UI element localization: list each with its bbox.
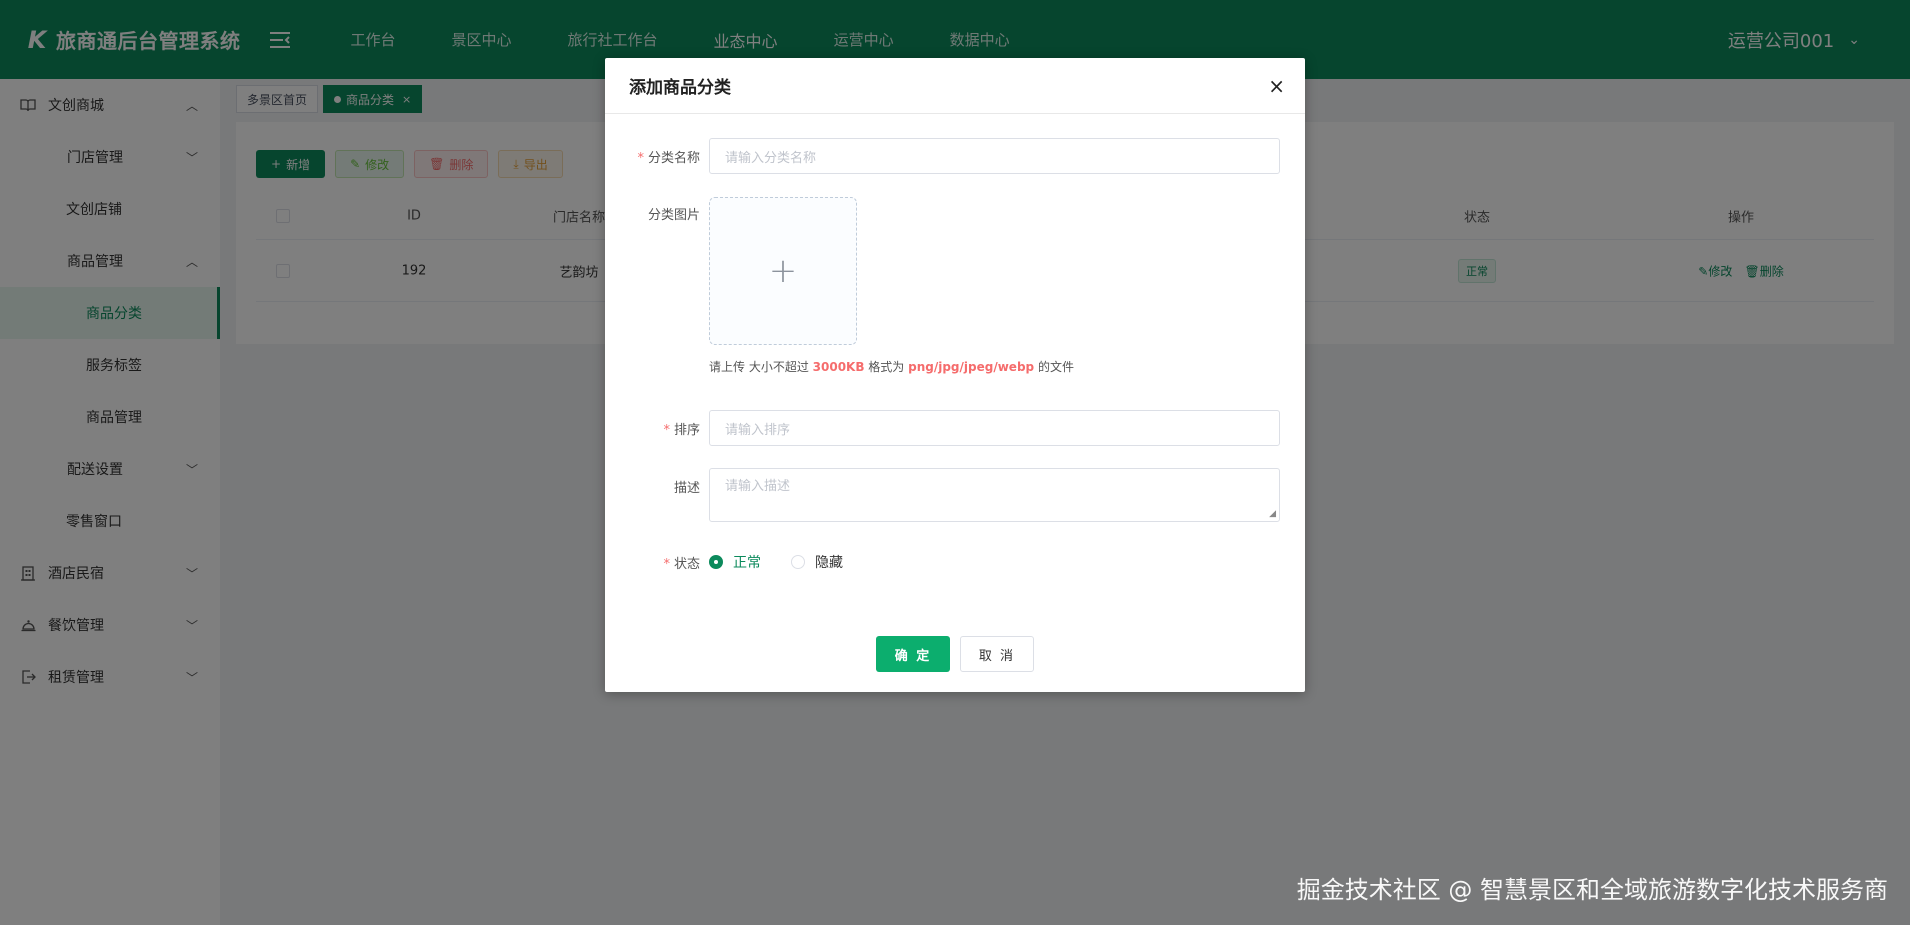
image-label: 分类图片 (647, 208, 700, 223)
description-textarea[interactable]: 请输入描述 ◢ (709, 468, 1280, 522)
form-row-sort: * 排序 请输入排序 (605, 410, 1305, 446)
image-upload[interactable]: + (709, 197, 857, 345)
cancel-button[interactable]: 取 消 (960, 636, 1034, 672)
sort-label-text: 排序 (673, 423, 700, 438)
tip-mid: 格式为 (864, 360, 909, 374)
status-radio-hidden[interactable]: 隐藏 (791, 552, 843, 572)
category-name-input[interactable]: 请输入分类名称 (709, 138, 1280, 174)
status-radio-hidden-label: 隐藏 (815, 555, 843, 571)
tip-prefix: 请上传 大小不超过 (709, 360, 813, 374)
upload-tip: 请上传 大小不超过 3000KB 格式为 png/jpg/jpeg/webp 的… (709, 358, 1074, 375)
form-row-status: * 状态 正常 隐藏 (605, 549, 1305, 579)
sort-input[interactable]: 请输入排序 (709, 410, 1280, 446)
description-label: 描述 (673, 481, 700, 496)
name-label: * 分类名称 (637, 151, 700, 166)
radio-unchecked-icon (791, 555, 805, 569)
tip-size: 3000KB (812, 360, 865, 374)
status-label: * 状态 (663, 557, 700, 572)
add-category-dialog: 添加商品分类 × * 分类名称 请输入分类名称 分类图片 + 请上传 大小不超过 … (605, 58, 1305, 692)
close-icon[interactable]: × (1268, 74, 1285, 98)
form-row-description: 描述 请输入描述 ◢ (605, 468, 1305, 522)
dialog-title: 添加商品分类 (629, 78, 731, 98)
status-radio-normal[interactable]: 正常 (709, 552, 761, 572)
form-row-name: * 分类名称 请输入分类名称 (605, 138, 1305, 174)
status-label-text: 状态 (673, 557, 700, 572)
radio-checked-icon (709, 555, 723, 569)
watermark: 掘金技术社区 @ 智慧景区和全域旅游数字化技术服务商 (1296, 876, 1888, 904)
resize-handle-icon[interactable]: ◢ (1269, 509, 1276, 519)
status-radio-normal-label: 正常 (733, 555, 761, 571)
tip-formats: png/jpg/jpeg/webp (908, 360, 1035, 374)
sort-label: * 排序 (663, 423, 700, 438)
dialog-header: 添加商品分类 (605, 58, 1305, 114)
description-placeholder: 请输入描述 (725, 479, 791, 494)
tip-suffix: 的文件 (1034, 360, 1074, 374)
plus-icon: + (768, 251, 798, 291)
form-row-image: 分类图片 + 请上传 大小不超过 3000KB 格式为 png/jpg/jpeg… (605, 197, 1305, 397)
confirm-button[interactable]: 确 定 (876, 636, 950, 672)
name-label-text: 分类名称 (647, 151, 700, 166)
